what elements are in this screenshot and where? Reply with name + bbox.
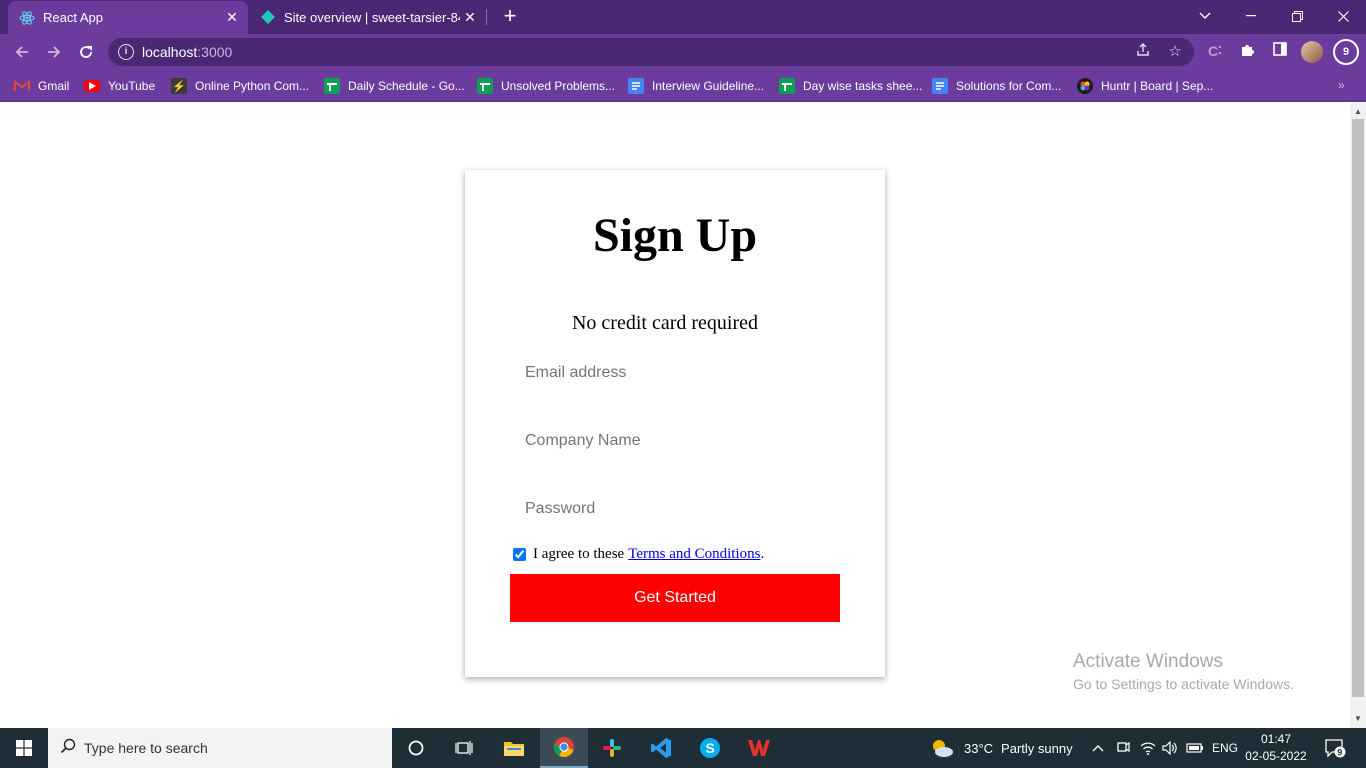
- scroll-up-arrow[interactable]: ▲: [1354, 107, 1362, 116]
- netlify-icon: [260, 9, 276, 25]
- scroll-thumb[interactable]: [1352, 119, 1364, 697]
- gmail-icon: [14, 78, 30, 94]
- close-window-button[interactable]: [1320, 0, 1366, 32]
- show-hidden-icons-chevron-icon[interactable]: [1092, 728, 1104, 768]
- extension-c-icon[interactable]: C: [1206, 42, 1226, 62]
- cortana-icon[interactable]: [392, 728, 440, 768]
- bookmarks-more-button[interactable]: »: [1338, 78, 1345, 92]
- browser-toolbar: i localhost:3000 ☆ C 9: [0, 34, 1366, 70]
- signup-card: Sign Up No credit card required I agree …: [465, 170, 885, 677]
- taskbar-clock[interactable]: 01:47 02-05-2022: [1240, 731, 1312, 765]
- close-icon[interactable]: ✕: [460, 7, 480, 27]
- taskbar-search[interactable]: Type here to search: [48, 728, 392, 768]
- language-indicator[interactable]: ENG: [1212, 728, 1238, 768]
- extensions-puzzle-icon[interactable]: [1238, 42, 1258, 62]
- email-field[interactable]: [510, 353, 840, 393]
- page-scrollbar[interactable]: ▲ ▼: [1350, 103, 1366, 728]
- address-bar[interactable]: i localhost:3000 ☆: [108, 38, 1194, 66]
- page-title: Sign Up: [592, 209, 758, 262]
- terms-checkbox[interactable]: [513, 548, 526, 561]
- side-panel-icon[interactable]: [1270, 42, 1290, 62]
- reload-button[interactable]: [74, 40, 98, 64]
- vscode-icon[interactable]: [637, 728, 685, 768]
- url-text[interactable]: localhost:3000: [142, 44, 232, 60]
- bookmark-daily-schedule[interactable]: Daily Schedule - Go...: [324, 76, 465, 96]
- svg-text:9: 9: [1337, 748, 1342, 758]
- bookmark-gmail[interactable]: Gmail: [14, 76, 69, 96]
- terms-link[interactable]: Terms and Conditions: [628, 546, 760, 563]
- bookmark-youtube[interactable]: YouTube: [84, 76, 155, 96]
- windows-start-icon[interactable]: [0, 728, 48, 768]
- svg-text:C: C: [1208, 43, 1218, 59]
- profile-avatar[interactable]: [1301, 41, 1323, 63]
- bookmark-interview-guideline[interactable]: Interview Guideline...: [628, 76, 764, 96]
- sheets-icon: [477, 78, 493, 94]
- minimize-button[interactable]: [1228, 0, 1274, 32]
- search-icon: [60, 738, 76, 759]
- bookmark-solutions[interactable]: Solutions for Com...: [932, 76, 1061, 96]
- tab-title: React App: [43, 10, 103, 25]
- volume-icon[interactable]: [1162, 728, 1178, 768]
- tab-search-icon[interactable]: [1182, 0, 1228, 32]
- page-viewport: Sign Up No credit card required I agree …: [0, 103, 1350, 728]
- new-tab-button[interactable]: +: [498, 5, 522, 29]
- forward-button[interactable]: [42, 40, 66, 64]
- site-info-icon[interactable]: i: [118, 44, 134, 60]
- skype-icon[interactable]: S: [686, 728, 734, 768]
- svg-text:S: S: [706, 740, 715, 756]
- tab-separator: [486, 9, 487, 25]
- bookmark-online-python[interactable]: ⚡ Online Python Com...: [171, 76, 309, 96]
- get-started-button[interactable]: Get Started: [510, 574, 840, 622]
- share-icon[interactable]: [1133, 42, 1153, 62]
- task-view-icon[interactable]: [440, 728, 488, 768]
- sheets-icon: [324, 78, 340, 94]
- wps-office-icon[interactable]: [735, 728, 783, 768]
- wifi-icon[interactable]: [1140, 728, 1156, 768]
- password-field[interactable]: [510, 489, 840, 529]
- back-button[interactable]: [10, 40, 34, 64]
- scroll-down-arrow[interactable]: ▼: [1354, 714, 1362, 723]
- huntr-icon: [1077, 78, 1093, 94]
- tab-react-app[interactable]: React App ✕: [8, 1, 248, 34]
- tab-site-overview[interactable]: Site overview | sweet-tarsier-847a ✕: [250, 0, 486, 34]
- restore-button[interactable]: [1274, 0, 1320, 32]
- bookmark-day-wise-tasks[interactable]: Day wise tasks shee...: [779, 76, 922, 96]
- battery-icon[interactable]: [1186, 728, 1204, 768]
- file-explorer-icon[interactable]: [490, 728, 538, 768]
- activate-windows-watermark: Activate Windows Go to Settings to activ…: [1073, 651, 1294, 692]
- tab-title: Site overview | sweet-tarsier-847a: [284, 9, 460, 25]
- slack-icon[interactable]: [588, 728, 636, 768]
- chrome-menu-button[interactable]: 9: [1333, 39, 1359, 65]
- chrome-icon[interactable]: [540, 728, 588, 768]
- youtube-icon: [84, 80, 100, 92]
- bookmark-huntr[interactable]: Huntr | Board | Sep...: [1077, 76, 1213, 96]
- subtitle: No credit card required: [571, 312, 758, 334]
- windows-taskbar: Type here to search S 33°C Partly sunny: [0, 728, 1366, 768]
- sheets-icon: [779, 78, 795, 94]
- react-icon: [19, 10, 35, 26]
- tab-strip: React App ✕ Site overview | sweet-tarsie…: [0, 0, 1366, 34]
- partly-sunny-icon: [930, 738, 954, 758]
- meet-now-icon[interactable]: [1116, 728, 1130, 768]
- bolt-icon: ⚡: [171, 78, 187, 94]
- docs-icon: [628, 78, 644, 94]
- notifications-icon[interactable]: 9: [1324, 728, 1346, 768]
- close-icon[interactable]: ✕: [222, 8, 242, 28]
- terms-agreement: I agree to these Terms and Conditions .: [513, 546, 764, 563]
- company-name-field[interactable]: [510, 421, 840, 461]
- bookmark-unsolved-problems[interactable]: Unsolved Problems...: [477, 76, 615, 96]
- docs-icon: [932, 78, 948, 94]
- bookmark-star-icon[interactable]: ☆: [1165, 42, 1185, 62]
- bookmarks-bar: Gmail YouTube ⚡ Online Python Com... Dail…: [0, 70, 1366, 102]
- weather-widget[interactable]: 33°C Partly sunny: [930, 728, 1073, 768]
